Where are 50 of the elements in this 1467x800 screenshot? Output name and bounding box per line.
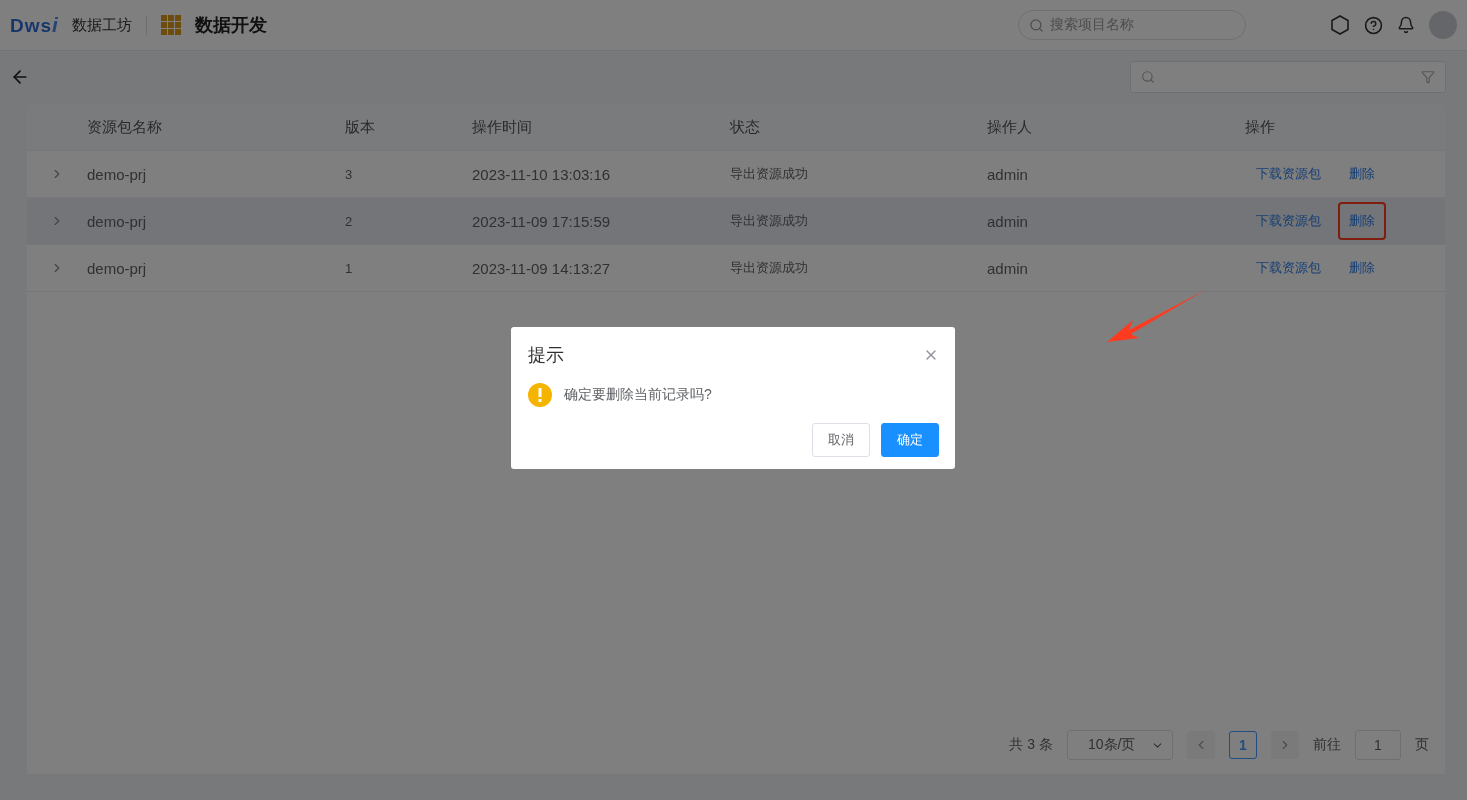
column-header: 版本 [345, 118, 376, 137]
table-cell-text: admin [987, 259, 1029, 277]
dialog-button[interactable]: 取消 [812, 423, 870, 457]
table-cell-text: 2023-11-09 14:13:27 [472, 259, 612, 277]
page-size-select[interactable]: 10条/页 [1067, 730, 1173, 760]
page-suffix: 页 [1415, 736, 1429, 754]
table-cell-text: demo-prj [87, 165, 148, 183]
table-cell-text: 3 [345, 166, 354, 182]
table-cell-text: 1 [345, 260, 354, 276]
table-row[interactable]: demo-prj 2 2023-11-09 17:15:59 导出资源成功 admin 下载资源包 删除 [27, 198, 1445, 245]
goto-label: 前往 [1313, 736, 1341, 754]
action-link[interactable]: 删除 [1338, 202, 1386, 240]
action-link[interactable]: 下载资源包 [1245, 155, 1332, 193]
help-icon[interactable] [1364, 15, 1383, 35]
action-link[interactable]: 下载资源包 [1245, 202, 1332, 240]
page-button[interactable]: 1 [1229, 731, 1257, 759]
avatar[interactable] [1429, 11, 1457, 39]
action-link[interactable]: 删除 [1338, 249, 1386, 287]
table-cell-text: demo-prj [87, 259, 148, 277]
filter-field[interactable] [1130, 61, 1446, 93]
goto-field[interactable]: 1 [1355, 730, 1401, 760]
action-link[interactable]: 删除 [1338, 155, 1386, 193]
module-title: 数据开发 [194, 14, 267, 37]
table-cell-text: 2 [345, 213, 354, 229]
search-icon [1029, 17, 1044, 33]
dialog-message: 确定要删除当前记录吗? [564, 386, 712, 404]
table-cell-text: 2023-11-10 13:03:16 [472, 165, 612, 183]
table-cell-text: 导出资源成功 [730, 212, 809, 230]
action-link[interactable]: 下载资源包 [1245, 249, 1332, 287]
product-name: 数据工坊 [71, 15, 147, 35]
table-cell-text: demo-prj [87, 212, 148, 230]
table-cell-text: 导出资源成功 [730, 165, 809, 183]
total-count: 共 3 条 [1009, 736, 1053, 754]
column-header: 资源包名称 [87, 118, 163, 137]
search-icon [1141, 70, 1155, 84]
table-cell-text: 2023-11-09 17:15:59 [472, 212, 612, 230]
table-cell-text: admin [987, 165, 1029, 183]
grid-icon [160, 15, 181, 35]
dialog-title: 提示 [528, 344, 564, 367]
warning-icon [528, 383, 552, 407]
column-header: 操作人 [987, 118, 1033, 137]
table-cell-text: admin [987, 212, 1029, 230]
funnel-icon[interactable] [1421, 70, 1435, 84]
table-cell-text: 导出资源成功 [730, 259, 809, 277]
dialog-button[interactable]: 确定 [881, 423, 939, 457]
column-header: 操作 [1245, 118, 1276, 137]
bell-icon[interactable] [1397, 16, 1415, 34]
logo: Dwsi [10, 13, 58, 37]
column-header: 操作时间 [472, 118, 533, 137]
column-header: 状态 [730, 118, 761, 137]
